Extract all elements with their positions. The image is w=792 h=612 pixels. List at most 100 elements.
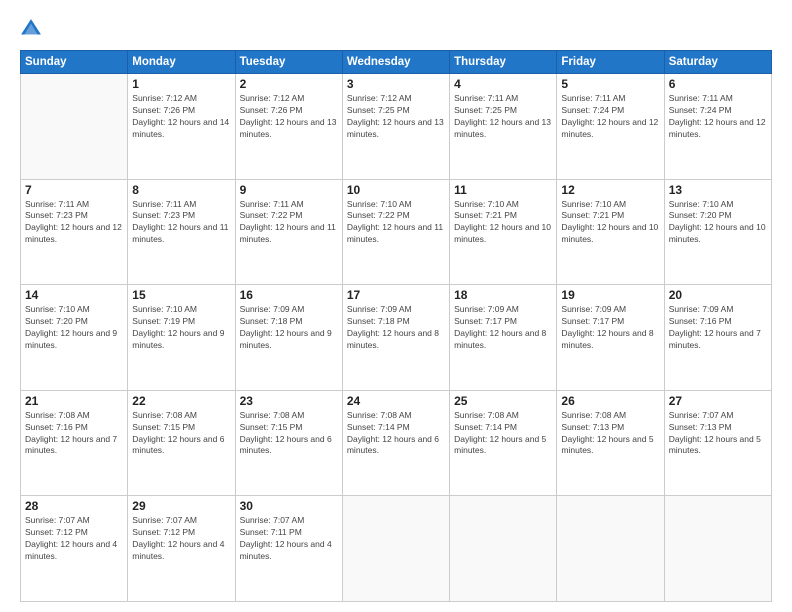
day-info: Sunrise: 7:07 AMSunset: 7:13 PMDaylight:… [669,410,767,458]
day-cell: 18 Sunrise: 7:09 AMSunset: 7:17 PMDayligh… [450,285,557,391]
day-number: 8 [132,183,230,197]
day-number: 11 [454,183,552,197]
weekday-header-sunday: Sunday [21,51,128,74]
day-info: Sunrise: 7:11 AMSunset: 7:23 PMDaylight:… [132,199,230,247]
day-cell: 20 Sunrise: 7:09 AMSunset: 7:16 PMDayligh… [664,285,771,391]
day-number: 7 [25,183,123,197]
day-cell: 8 Sunrise: 7:11 AMSunset: 7:23 PMDaylight… [128,179,235,285]
day-info: Sunrise: 7:12 AMSunset: 7:26 PMDaylight:… [240,93,338,141]
weekday-header-monday: Monday [128,51,235,74]
day-number: 17 [347,288,445,302]
day-number: 5 [561,77,659,91]
day-number: 25 [454,394,552,408]
logo [20,18,46,40]
day-info: Sunrise: 7:11 AMSunset: 7:24 PMDaylight:… [669,93,767,141]
day-number: 23 [240,394,338,408]
weekday-header-tuesday: Tuesday [235,51,342,74]
day-number: 22 [132,394,230,408]
day-cell: 17 Sunrise: 7:09 AMSunset: 7:18 PMDayligh… [342,285,449,391]
day-info: Sunrise: 7:11 AMSunset: 7:25 PMDaylight:… [454,93,552,141]
day-number: 30 [240,499,338,513]
day-info: Sunrise: 7:10 AMSunset: 7:20 PMDaylight:… [669,199,767,247]
day-cell: 30 Sunrise: 7:07 AMSunset: 7:11 PMDayligh… [235,496,342,602]
day-cell [21,74,128,180]
day-cell: 15 Sunrise: 7:10 AMSunset: 7:19 PMDayligh… [128,285,235,391]
day-info: Sunrise: 7:10 AMSunset: 7:21 PMDaylight:… [561,199,659,247]
day-cell [342,496,449,602]
day-cell: 4 Sunrise: 7:11 AMSunset: 7:25 PMDaylight… [450,74,557,180]
week-row-1: 1Sunrise: 7:12 AMSunset: 7:26 PMDaylight… [21,74,772,180]
day-cell: 16 Sunrise: 7:09 AMSunset: 7:18 PMDayligh… [235,285,342,391]
logo-icon [20,18,42,40]
day-number: 20 [669,288,767,302]
day-number: 14 [25,288,123,302]
page: SundayMondayTuesdayWednesdayThursdayFrid… [0,0,792,612]
day-info: Sunrise: 7:08 AMSunset: 7:15 PMDaylight:… [132,410,230,458]
day-number: 21 [25,394,123,408]
day-number: 19 [561,288,659,302]
day-cell: 6 Sunrise: 7:11 AMSunset: 7:24 PMDaylight… [664,74,771,180]
day-info: Sunrise: 7:11 AMSunset: 7:23 PMDaylight:… [25,199,123,247]
week-row-5: 28Sunrise: 7:07 AMSunset: 7:12 PMDayligh… [21,496,772,602]
day-cell: 19 Sunrise: 7:09 AMSunset: 7:17 PMDayligh… [557,285,664,391]
day-number: 3 [347,77,445,91]
day-cell: 22 Sunrise: 7:08 AMSunset: 7:15 PMDayligh… [128,390,235,496]
day-cell: 26Sunrise: 7:08 AMSunset: 7:13 PMDayligh… [557,390,664,496]
day-cell: 1Sunrise: 7:12 AMSunset: 7:26 PMDaylight… [128,74,235,180]
calendar-table: SundayMondayTuesdayWednesdayThursdayFrid… [20,50,772,602]
day-cell [557,496,664,602]
week-row-4: 21 Sunrise: 7:08 AMSunset: 7:16 PMDayligh… [21,390,772,496]
day-info: Sunrise: 7:10 AMSunset: 7:21 PMDaylight:… [454,199,552,247]
day-cell: 2 Sunrise: 7:12 AMSunset: 7:26 PMDaylight… [235,74,342,180]
day-number: 2 [240,77,338,91]
day-cell: 11 Sunrise: 7:10 AMSunset: 7:21 PMDayligh… [450,179,557,285]
day-cell: 23 Sunrise: 7:08 AMSunset: 7:15 PMDayligh… [235,390,342,496]
day-cell: 28Sunrise: 7:07 AMSunset: 7:12 PMDayligh… [21,496,128,602]
week-row-2: 7 Sunrise: 7:11 AMSunset: 7:23 PMDaylight… [21,179,772,285]
day-cell [664,496,771,602]
day-cell: 14 Sunrise: 7:10 AMSunset: 7:20 PMDayligh… [21,285,128,391]
day-number: 15 [132,288,230,302]
day-info: Sunrise: 7:09 AMSunset: 7:18 PMDaylight:… [347,304,445,352]
day-info: Sunrise: 7:10 AMSunset: 7:19 PMDaylight:… [132,304,230,352]
day-info: Sunrise: 7:11 AMSunset: 7:24 PMDaylight:… [561,93,659,141]
weekday-header-saturday: Saturday [664,51,771,74]
day-info: Sunrise: 7:08 AMSunset: 7:14 PMDaylight:… [347,410,445,458]
day-cell: 25 Sunrise: 7:08 AMSunset: 7:14 PMDayligh… [450,390,557,496]
day-number: 16 [240,288,338,302]
day-info: Sunrise: 7:11 AMSunset: 7:22 PMDaylight:… [240,199,338,247]
weekday-header-row: SundayMondayTuesdayWednesdayThursdayFrid… [21,51,772,74]
day-info: Sunrise: 7:09 AMSunset: 7:16 PMDaylight:… [669,304,767,352]
day-cell: 10Sunrise: 7:10 AMSunset: 7:22 PMDayligh… [342,179,449,285]
day-number: 27 [669,394,767,408]
day-number: 29 [132,499,230,513]
day-info: Sunrise: 7:09 AMSunset: 7:17 PMDaylight:… [561,304,659,352]
day-info: Sunrise: 7:08 AMSunset: 7:16 PMDaylight:… [25,410,123,458]
day-cell: 27 Sunrise: 7:07 AMSunset: 7:13 PMDayligh… [664,390,771,496]
day-number: 24 [347,394,445,408]
day-cell: 21 Sunrise: 7:08 AMSunset: 7:16 PMDayligh… [21,390,128,496]
day-cell [450,496,557,602]
day-info: Sunrise: 7:08 AMSunset: 7:15 PMDaylight:… [240,410,338,458]
day-info: Sunrise: 7:08 AMSunset: 7:14 PMDaylight:… [454,410,552,458]
day-number: 9 [240,183,338,197]
day-info: Sunrise: 7:12 AMSunset: 7:25 PMDaylight:… [347,93,445,141]
day-number: 12 [561,183,659,197]
weekday-header-thursday: Thursday [450,51,557,74]
day-cell: 3 Sunrise: 7:12 AMSunset: 7:25 PMDaylight… [342,74,449,180]
day-cell: 13 Sunrise: 7:10 AMSunset: 7:20 PMDayligh… [664,179,771,285]
day-info: Sunrise: 7:07 AMSunset: 7:11 PMDaylight:… [240,515,338,563]
day-number: 13 [669,183,767,197]
day-info: Sunrise: 7:09 AMSunset: 7:18 PMDaylight:… [240,304,338,352]
day-number: 4 [454,77,552,91]
header-row [20,18,772,40]
day-info: Sunrise: 7:10 AMSunset: 7:20 PMDaylight:… [25,304,123,352]
week-row-3: 14 Sunrise: 7:10 AMSunset: 7:20 PMDayligh… [21,285,772,391]
day-info: Sunrise: 7:09 AMSunset: 7:17 PMDaylight:… [454,304,552,352]
weekday-header-wednesday: Wednesday [342,51,449,74]
day-info: Sunrise: 7:10 AMSunset: 7:22 PMDaylight:… [347,199,445,247]
day-number: 18 [454,288,552,302]
day-info: Sunrise: 7:12 AMSunset: 7:26 PMDaylight:… [132,93,230,141]
day-info: Sunrise: 7:07 AMSunset: 7:12 PMDaylight:… [132,515,230,563]
day-number: 6 [669,77,767,91]
